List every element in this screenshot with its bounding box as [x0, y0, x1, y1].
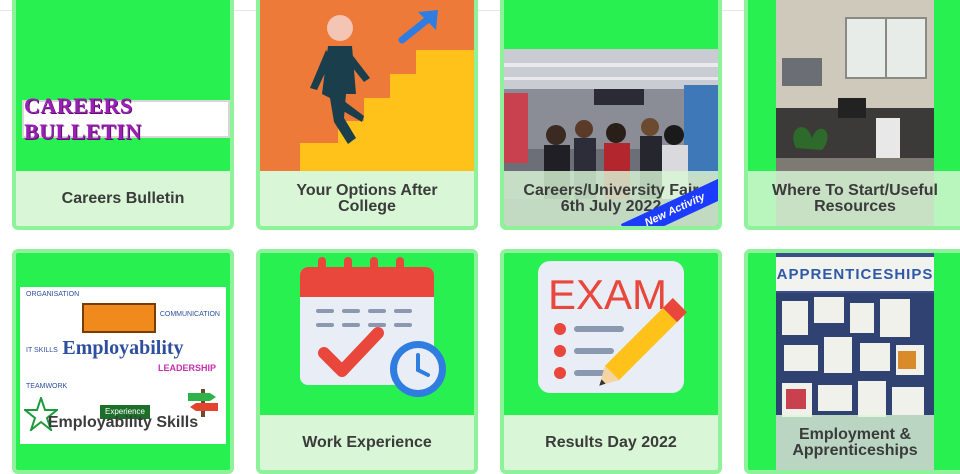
careers-bulletin-banner: CAREERS BULLETIN — [16, 0, 230, 171]
poster-word: IT SKILLS — [26, 347, 58, 354]
poster-word: TEAMWORK — [26, 383, 68, 390]
tile-careers-fair[interactable]: Careers/University Fair 6th July 2022 Ne… — [500, 0, 722, 230]
tile-label: Employment & Apprenticeships — [776, 415, 934, 470]
tile-label: Careers Bulletin — [16, 171, 230, 226]
careers-bulletin-banner-text: CAREERS BULLETIN — [24, 93, 142, 144]
tile-label: Work Experience — [260, 415, 474, 470]
exam-word: EXAM — [548, 271, 667, 318]
tile-apprenticeships[interactable]: APPRENTICESHIPS Employment & Apprentices… — [744, 249, 960, 474]
calendar-icon — [260, 253, 474, 415]
tile-results-day[interactable]: EXAM Results Day 2022 — [500, 249, 722, 474]
tile-work-experience[interactable]: Work Experience — [256, 249, 478, 474]
poster-word: LEADERSHIP — [157, 363, 216, 373]
tile-label: Where To Start/Useful Resources — [748, 171, 960, 226]
tile-label: Employability Skills — [47, 414, 199, 431]
exam-icon: EXAM — [504, 253, 718, 415]
tile-careers-bulletin[interactable]: CAREERS BULLETIN Careers Bulletin — [12, 0, 234, 230]
tile-label: Your Options After College — [260, 171, 474, 226]
board-title: APPRENTICESHIPS — [776, 265, 934, 283]
stairs-climber-illustration — [260, 0, 474, 171]
poster-word: ORGANISATION — [26, 291, 80, 298]
tile-label: Results Day 2022 — [504, 415, 718, 470]
poster-word: COMMUNICATION — [159, 311, 220, 318]
tile-employability[interactable]: Employability ORGANISATION COMMUNICATION… — [12, 249, 234, 474]
tile-where-to-start[interactable]: Where To Start/Useful Resources — [744, 0, 960, 230]
tile-your-options[interactable]: Your Options After College — [256, 0, 478, 230]
